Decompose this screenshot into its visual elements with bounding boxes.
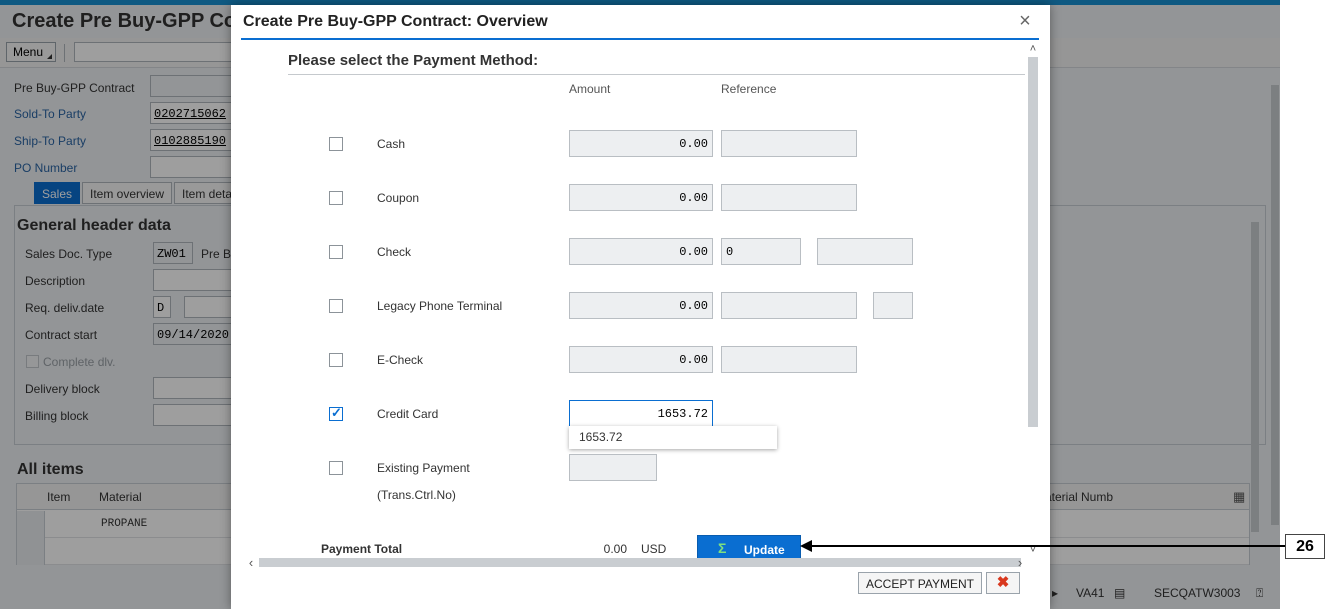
check-checkbox[interactable] — [329, 245, 343, 259]
payment-row-legacy-phone-terminal: Legacy Phone Terminal 0.00 — [231, 292, 1031, 320]
section-divider — [288, 74, 1025, 75]
legacy-phone-terminal-extra-field[interactable] — [873, 292, 913, 319]
cash-reference-field[interactable] — [721, 130, 857, 157]
check-amount-field[interactable]: 0.00 — [569, 238, 713, 265]
payment-total-amount: 0.00 — [603, 542, 627, 556]
existing-payment-sublabel: (Trans.Ctrl.No) — [377, 488, 456, 502]
payment-row-credit-card: ✓ Credit Card 1653.72 — [231, 400, 1031, 428]
column-header-reference: Reference — [721, 82, 777, 96]
scroll-left-icon[interactable]: ‹ — [245, 556, 257, 569]
payment-row-e-check: E-Check 0.00 — [231, 346, 1031, 374]
checkmark-icon: ✓ — [331, 405, 342, 420]
payment-total-label: Payment Total — [321, 542, 403, 556]
update-button-label: Update — [744, 543, 785, 557]
payment-row-check: Check 0.00 0 — [231, 238, 1031, 266]
legacy-phone-terminal-label: Legacy Phone Terminal — [377, 299, 503, 313]
e-check-amount-field[interactable]: 0.00 — [569, 346, 713, 373]
e-check-label: E-Check — [377, 353, 424, 367]
cash-checkbox[interactable] — [329, 137, 343, 151]
close-icon[interactable]: × — [1015, 11, 1035, 32]
check-extra-field[interactable] — [817, 238, 913, 265]
coupon-amount-field[interactable]: 0.00 — [569, 184, 713, 211]
legacy-phone-terminal-reference-field[interactable] — [721, 292, 857, 319]
cancel-icon[interactable]: ✖ — [986, 572, 1020, 594]
e-check-checkbox[interactable] — [329, 353, 343, 367]
payment-row-existing-payment: Existing Payment (Trans.Ctrl.No) — [231, 454, 1031, 502]
legacy-phone-terminal-amount-field[interactable]: 0.00 — [569, 292, 713, 319]
coupon-checkbox[interactable] — [329, 191, 343, 205]
payment-dialog: Create Pre Buy-GPP Contract: Overview × … — [231, 5, 1050, 609]
section-title: Please select the Payment Method: — [288, 52, 539, 69]
credit-card-checkbox[interactable]: ✓ — [329, 405, 343, 421]
cash-amount-field[interactable]: 0.00 — [569, 130, 713, 157]
autocomplete-suggestion[interactable]: 1653.72 — [569, 426, 777, 449]
legacy-phone-terminal-checkbox[interactable] — [329, 299, 343, 313]
callout-arrow-icon — [800, 540, 812, 552]
existing-payment-label: Existing Payment — [377, 461, 470, 475]
credit-card-amount-field[interactable]: 1653.72 — [569, 400, 713, 427]
e-check-reference-field[interactable] — [721, 346, 857, 373]
coupon-label: Coupon — [377, 191, 420, 205]
callout-arrow-line — [810, 545, 1285, 547]
payment-row-cash: Cash 0.00 — [231, 130, 1031, 158]
scroll-right-icon[interactable]: › — [1014, 556, 1026, 569]
check-label: Check — [377, 245, 412, 259]
payment-total-currency: USD — [641, 542, 667, 556]
payment-row-coupon: Coupon 0.00 — [231, 184, 1031, 212]
dialog-horizontal-scrollbar[interactable] — [259, 558, 1021, 567]
dialog-title-underline — [241, 38, 1039, 40]
column-header-amount: Amount — [569, 82, 611, 96]
check-reference-field[interactable]: 0 — [721, 238, 801, 265]
accept-payment-button[interactable]: ACCEPT PAYMENT — [858, 572, 982, 594]
scroll-up-icon[interactable]: ˄ — [1027, 44, 1039, 55]
credit-card-label: Credit Card — [377, 407, 439, 421]
existing-payment-field[interactable] — [569, 454, 657, 481]
dialog-title: Create Pre Buy-GPP Contract: Overview — [243, 13, 548, 30]
dialog-vertical-scroll-thumb[interactable] — [1028, 57, 1038, 427]
sigma-icon: Σ — [718, 540, 727, 556]
existing-payment-checkbox[interactable] — [329, 461, 343, 475]
cash-label: Cash — [377, 137, 406, 151]
step-number-badge: 26 — [1285, 534, 1325, 559]
coupon-reference-field[interactable] — [721, 184, 857, 211]
